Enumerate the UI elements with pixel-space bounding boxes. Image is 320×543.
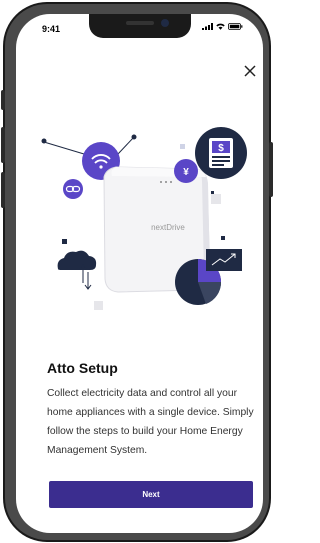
- mute-switch: [1, 90, 5, 110]
- volume-up-button: [1, 127, 5, 163]
- page-description: Collect electricity data and control all…: [47, 388, 254, 456]
- svg-text:$: $: [218, 143, 224, 154]
- cloud-sync-icon: [57, 250, 97, 290]
- yen-icon: ¥: [174, 159, 198, 183]
- trend-chart-icon: [206, 249, 242, 271]
- node-dot: [131, 134, 137, 140]
- link-icon: [63, 179, 83, 199]
- dollar-document-icon: $: [195, 127, 247, 179]
- notch: [89, 14, 191, 38]
- device-brand-label: nextDrive: [151, 223, 185, 232]
- decor-square: [211, 194, 221, 204]
- power-button: [269, 142, 273, 197]
- status-time: 9:41: [42, 24, 61, 34]
- status-icons: [202, 23, 243, 30]
- decor-square: [221, 236, 225, 240]
- setup-illustration: nextDrive ¥ $: [41, 127, 247, 310]
- phone-frame: 9:41 nextDrive ¥ $ Atto Setup Collect el…: [1, 2, 273, 542]
- signal-icon: [202, 23, 213, 30]
- wifi-status-icon: [216, 23, 225, 30]
- battery-icon: [228, 23, 243, 30]
- decor-square: [180, 144, 185, 149]
- volume-down-button: [1, 172, 5, 208]
- node-dot: [41, 138, 47, 144]
- close-icon[interactable]: [241, 62, 259, 80]
- decor-square: [62, 239, 67, 244]
- decor-square: [211, 191, 214, 194]
- page-title: Atto Setup: [47, 360, 118, 376]
- decor-square: [94, 301, 103, 310]
- speaker: [126, 21, 154, 25]
- next-button[interactable]: Next: [49, 481, 253, 508]
- front-camera: [161, 19, 169, 27]
- svg-text:¥: ¥: [183, 167, 189, 178]
- screen: 9:41 nextDrive ¥ $ Atto Setup Collect el…: [16, 14, 263, 533]
